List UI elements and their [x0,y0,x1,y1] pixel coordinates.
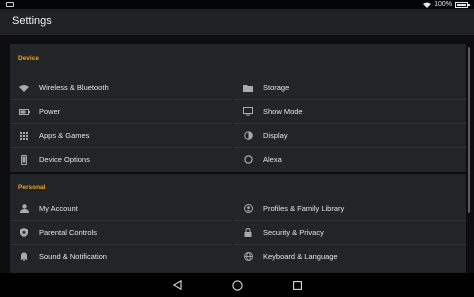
settings-item-label: Storage [263,83,290,92]
bell-icon [10,252,38,261]
globe-icon [234,252,262,261]
settings-item-label: Profiles & Family Library [263,204,345,213]
settings-content[interactable]: Device Wireless & Bluetooth Power Apps &… [0,36,474,273]
device-section: Device Wireless & Bluetooth Power Apps &… [10,44,466,172]
settings-item-sound-notification[interactable]: Sound & Notification [10,245,232,268]
recents-square-icon [292,280,302,290]
wifi-status-icon [423,2,432,8]
settings-item-device-options[interactable]: Device Options [10,148,232,171]
page-title: Settings [12,15,52,27]
back-triangle-icon [172,280,182,290]
monitor-icon [234,107,262,116]
settings-item-profiles-family-library[interactable]: Profiles & Family Library [234,197,466,221]
settings-item-apps-games[interactable]: Apps & Games [10,124,232,148]
notification-icon [6,2,14,7]
settings-item-label: Power [39,107,61,116]
settings-item-my-account[interactable]: My Account [10,197,232,221]
profile-icon [234,204,262,213]
wifi-icon [10,84,38,92]
settings-item-storage[interactable]: Storage [234,76,466,100]
tablet-icon [10,154,38,165]
folder-icon [234,84,262,92]
settings-item-label: Display [263,131,288,140]
settings-item-display[interactable]: Display [234,124,466,148]
settings-item-label: Apps & Games [39,131,90,140]
settings-item-label: Alexa [263,155,282,164]
settings-item-wireless-bluetooth[interactable]: Wireless & Bluetooth [10,76,232,100]
battery-icon [10,108,38,115]
lock-icon [234,228,262,237]
settings-item-show-mode[interactable]: Show Mode [234,100,466,124]
navigation-bar [0,273,474,297]
personal-section: Personal My Account Parental Controls So… [10,174,466,273]
person-icon [10,204,38,213]
settings-item-keyboard-language[interactable]: Keyboard & Language [234,245,466,268]
back-button[interactable] [171,279,183,291]
settings-item-security-privacy[interactable]: Security & Privacy [234,221,466,245]
personal-section-title: Personal [18,184,46,191]
home-button[interactable] [231,279,243,291]
settings-item-label: Wireless & Bluetooth [39,83,109,92]
battery-percent: 100% [434,1,452,8]
device-section-title: Device [18,55,39,62]
settings-item-label: Sound & Notification [39,252,107,261]
brightness-icon [234,131,262,140]
home-circle-icon [231,279,243,291]
alexa-ring-icon [234,155,262,164]
settings-item-label: Keyboard & Language [263,252,338,261]
battery-status-icon [455,1,470,8]
settings-item-alexa[interactable]: Alexa [234,148,466,171]
settings-item-power[interactable]: Power [10,100,232,124]
status-bar: 100% [0,0,474,9]
recents-button[interactable] [291,279,303,291]
settings-item-label: My Account [39,204,78,213]
apps-grid-icon [10,131,38,140]
settings-item-label: Security & Privacy [263,228,324,237]
settings-item-label: Device Options [39,155,90,164]
scrollbar[interactable] [468,47,470,213]
settings-item-parental-controls[interactable]: Parental Controls [10,221,232,245]
settings-item-label: Show Mode [263,107,303,116]
shield-icon [10,228,38,237]
title-bar: Settings [0,9,474,36]
settings-item-label: Parental Controls [39,228,97,237]
